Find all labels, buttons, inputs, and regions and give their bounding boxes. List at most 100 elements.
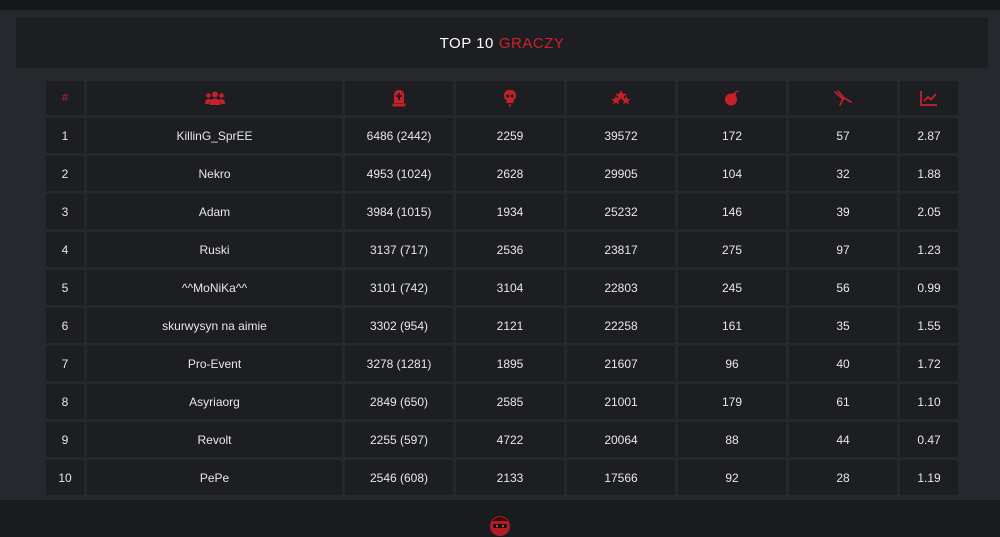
table-row[interactable]: 8 Asyriaorg 2849 (650) 2585 21001 179 61 1.10 <box>46 384 958 419</box>
table-row[interactable]: 10 PePe 2546 (608) 2133 17566 92 28 1.19 <box>46 460 958 495</box>
top-strip <box>0 0 1000 10</box>
deaths-cell: 2259 <box>456 118 564 153</box>
kills-cell: 3278 (1281) <box>345 346 453 381</box>
ratio-cell: 0.99 <box>900 270 958 305</box>
points-column-header[interactable] <box>567 81 675 115</box>
ratio-cell: 1.55 <box>900 308 958 343</box>
ratio-cell: 1.88 <box>900 156 958 191</box>
kills-cell: 4953 (1024) <box>345 156 453 191</box>
points-cell: 21001 <box>567 384 675 419</box>
kills-cell: 2546 (608) <box>345 460 453 495</box>
bombs-cell: 88 <box>678 422 786 457</box>
rank-cell: 8 <box>46 384 84 419</box>
title-accent: GRACZY <box>498 34 565 52</box>
kills-cell: 3302 (954) <box>345 308 453 343</box>
deaths-cell: 1895 <box>456 346 564 381</box>
pliers-icon <box>834 90 852 106</box>
bombs-cell: 245 <box>678 270 786 305</box>
defuses-cell: 32 <box>789 156 897 191</box>
deaths-cell: 2585 <box>456 384 564 419</box>
bombs-cell: 172 <box>678 118 786 153</box>
ratio-cell: 1.23 <box>900 232 958 267</box>
deaths-cell: 2133 <box>456 460 564 495</box>
table-row[interactable]: 9 Revolt 2255 (597) 4722 20064 88 44 0.47 <box>46 422 958 457</box>
player-name-cell[interactable]: Adam <box>87 194 342 229</box>
defuses-cell: 61 <box>789 384 897 419</box>
points-cell: 29905 <box>567 156 675 191</box>
deaths-column-header[interactable] <box>456 81 564 115</box>
points-cell: 22803 <box>567 270 675 305</box>
defuses-cell: 35 <box>789 308 897 343</box>
kills-cell: 3984 (1015) <box>345 194 453 229</box>
table-row[interactable]: 1 KillinG_SprEE 6486 (2442) 2259 39572 172 57 2… <box>46 118 958 153</box>
bombs-column-header[interactable] <box>678 81 786 115</box>
stars-icon <box>611 90 631 105</box>
kills-cell: 2849 (650) <box>345 384 453 419</box>
bombs-cell: 92 <box>678 460 786 495</box>
ranking-body: 1 KillinG_SprEE 6486 (2442) 2259 39572 172 57 2… <box>46 118 958 495</box>
deaths-cell: 1934 <box>456 194 564 229</box>
player-name-cell[interactable]: ^^MoNiKa^^ <box>87 270 342 305</box>
skull-icon <box>504 90 516 107</box>
kills-cell: 3137 (717) <box>345 232 453 267</box>
mascot-logo-icon[interactable] <box>488 512 512 537</box>
rank-cell: 2 <box>46 156 84 191</box>
table-row[interactable]: 4 Ruski 3137 (717) 2536 23817 275 97 1.23 <box>46 232 958 267</box>
player-name-cell[interactable]: skurwysyn na aimie <box>87 308 342 343</box>
ratio-cell: 1.19 <box>900 460 958 495</box>
points-cell: 23817 <box>567 232 675 267</box>
player-name-cell[interactable]: Nekro <box>87 156 342 191</box>
ratio-cell: 1.10 <box>900 384 958 419</box>
deaths-cell: 2121 <box>456 308 564 343</box>
rank-header[interactable]: # <box>46 81 84 115</box>
table-row[interactable]: 2 Nekro 4953 (1024) 2628 29905 104 32 1.88 <box>46 156 958 191</box>
bombs-cell: 161 <box>678 308 786 343</box>
bombs-cell: 146 <box>678 194 786 229</box>
points-cell: 25232 <box>567 194 675 229</box>
player-column-header[interactable] <box>87 81 342 115</box>
points-cell: 22258 <box>567 308 675 343</box>
deaths-cell: 4722 <box>456 422 564 457</box>
bombs-cell: 96 <box>678 346 786 381</box>
kills-cell: 2255 (597) <box>345 422 453 457</box>
table-row[interactable]: 3 Adam 3984 (1015) 1934 25232 146 39 2.05 <box>46 194 958 229</box>
deaths-cell: 3104 <box>456 270 564 305</box>
defuses-cell: 28 <box>789 460 897 495</box>
bombs-cell: 275 <box>678 232 786 267</box>
table-header-row: # <box>46 81 958 115</box>
player-name-cell[interactable]: KillinG_SprEE <box>87 118 342 153</box>
kills-cell: 3101 (742) <box>345 270 453 305</box>
player-name-cell[interactable]: Ruski <box>87 232 342 267</box>
defuses-cell: 57 <box>789 118 897 153</box>
defuses-cell: 44 <box>789 422 897 457</box>
ratio-column-header[interactable] <box>900 81 958 115</box>
player-name-cell[interactable]: Pro-Event <box>87 346 342 381</box>
deaths-cell: 2536 <box>456 232 564 267</box>
bombs-cell: 104 <box>678 156 786 191</box>
table-row[interactable]: 6 skurwysyn na aimie 3302 (954) 2121 22258 16… <box>46 308 958 343</box>
title-main: TOP 10 <box>439 34 494 52</box>
rank-cell: 9 <box>46 422 84 457</box>
defuses-column-header[interactable] <box>789 81 897 115</box>
points-cell: 39572 <box>567 118 675 153</box>
ratio-cell: 2.87 <box>900 118 958 153</box>
group-icon <box>204 91 225 105</box>
table-row[interactable]: 5 ^^MoNiKa^^ 3101 (742) 3104 22803 245 56 0.99 <box>46 270 958 305</box>
player-name-cell[interactable]: Revolt <box>87 422 342 457</box>
bombs-cell: 179 <box>678 384 786 419</box>
kills-column-header[interactable] <box>345 81 453 115</box>
ratio-cell: 2.05 <box>900 194 958 229</box>
chart-icon <box>920 91 937 106</box>
ratio-cell: 1.72 <box>900 346 958 381</box>
rank-cell: 4 <box>46 232 84 267</box>
bomb-icon <box>725 90 740 106</box>
player-name-cell[interactable]: Asyriaorg <box>87 384 342 419</box>
rank-cell: 5 <box>46 270 84 305</box>
page-title: TOP 10 GRACZY <box>16 18 988 68</box>
defuses-cell: 39 <box>789 194 897 229</box>
table-row[interactable]: 7 Pro-Event 3278 (1281) 1895 21607 96 40 1.72 <box>46 346 958 381</box>
player-name-cell[interactable]: PePe <box>87 460 342 495</box>
tombstone-icon <box>392 90 406 107</box>
points-cell: 17566 <box>567 460 675 495</box>
deaths-cell: 2628 <box>456 156 564 191</box>
